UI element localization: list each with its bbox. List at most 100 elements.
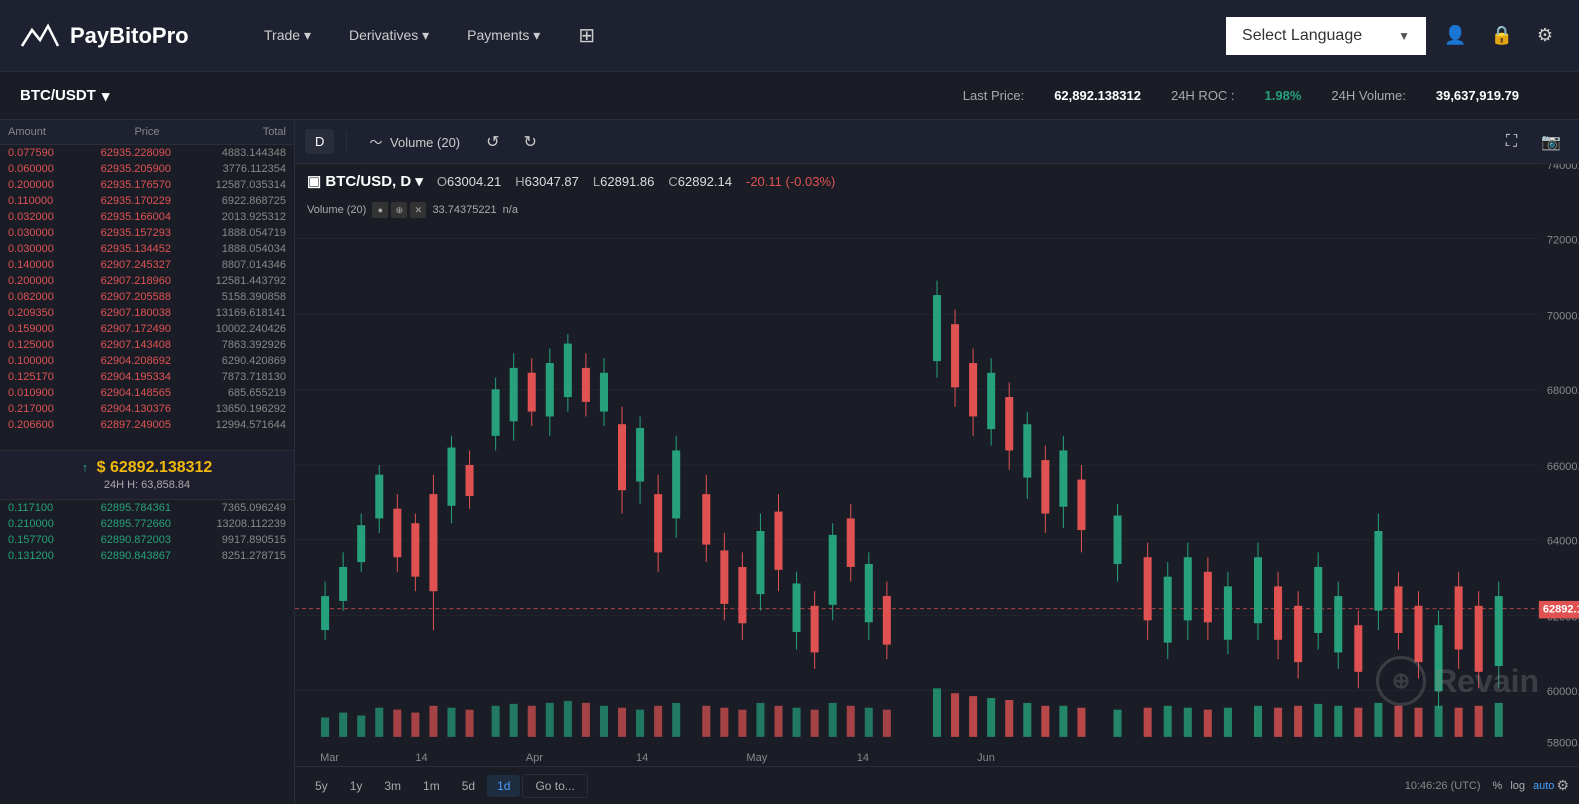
timeframe-5d[interactable]: 5d [452,775,485,797]
chart-toolbar: D 〜 Volume (20) ↺ ↻ ⛶ 📷 [295,120,1579,164]
order-book: Amount Price Total 0.07759062935.2280904… [0,120,295,804]
vol-eye-icon[interactable]: ● [372,202,388,218]
time-controls: 5y 1y 3m 1m 5d 1d Go to... 10:46:26 (UTC… [295,766,1579,804]
sell-order-row[interactable]: 0.12517062904.1953347873.718130 [0,369,294,385]
timeframe-d-button[interactable]: D [305,129,334,154]
pair-dropdown-icon: ▾ [102,87,110,105]
timeframe-1m[interactable]: 1m [413,775,450,797]
sell-price: 62907.218960 [101,275,194,287]
sell-order-row[interactable]: 0.03200062935.1660042013.925312 [0,209,294,225]
sell-order-row[interactable]: 0.21700062904.13037613650.196292 [0,401,294,417]
sell-order-row[interactable]: 0.15900062907.17249010002.240426 [0,321,294,337]
sell-total: 3776.112354 [193,163,286,175]
indicators-button[interactable]: 〜 Volume (20) [359,127,470,156]
ob-col-price: Price [101,126,194,138]
pair-text: BTC/USDT [20,87,96,104]
timeframe-1y[interactable]: 1y [340,775,373,797]
buy-order-row[interactable]: 0.15770062890.8720039917.890515 [0,532,294,548]
sell-price: 62935.157293 [101,227,194,239]
sell-total: 2013.925312 [193,211,286,223]
last-price-value: 62,892.138312 [1054,88,1141,103]
svg-text:66000.00: 66000.00 [1547,461,1579,473]
language-selector[interactable]: Select Language ▼ [1226,17,1426,55]
sell-amount: 0.060000 [8,163,101,175]
redo-button[interactable]: ↻ [516,127,545,157]
price-amount: $ 62892.138312 [97,459,213,476]
sell-price: 62904.130376 [101,403,194,415]
sell-order-row[interactable]: 0.01090062904.148565685.655219 [0,385,294,401]
sell-amount: 0.077590 [8,147,101,159]
svg-text:68000.00: 68000.00 [1547,385,1579,397]
sell-order-row[interactable]: 0.20935062907.18003813169.618141 [0,305,294,321]
sell-order-row[interactable]: 0.20000062935.17657012587.035314 [0,177,294,193]
undo-button[interactable]: ↺ [478,127,507,157]
watermark-text: Revain [1434,663,1539,700]
sell-price: 62907.180038 [101,307,194,319]
last-price-label: Last Price: [963,88,1024,103]
nav-trade[interactable]: Trade ▾ [250,19,325,52]
user-icon[interactable]: 👤 [1438,19,1472,52]
buy-price: 62895.784361 [101,502,194,514]
settings-icon[interactable]: ⚙ [1531,19,1559,52]
buy-order-row[interactable]: 0.11710062895.7843617365.096249 [0,500,294,516]
sell-total: 6290.420869 [193,355,286,367]
sell-order-row[interactable]: 0.07759062935.2280904883.144348 [0,145,294,161]
price-high-info: 24H H: 63,858.84 [8,477,286,491]
sell-amount: 0.159000 [8,323,101,335]
chart-symbol-text: BTC/USD, D [325,173,411,190]
sell-amount: 0.110000 [8,195,101,207]
chart-timestamp: 10:46:26 (UTC) [1405,780,1481,792]
timeframe-5y[interactable]: 5y [305,775,338,797]
svg-text:64000.00: 64000.00 [1547,536,1579,548]
chart-canvas: ▣ BTC/USD, D ▾ O63004.21 H63047.87 L6289… [295,164,1579,766]
buy-total: 9917.890515 [193,534,286,546]
sell-order-row[interactable]: 0.03000062935.1344521888.054034 [0,241,294,257]
sell-order-row[interactable]: 0.14000062907.2453278807.014346 [0,257,294,273]
svg-text:58000.00: 58000.00 [1547,738,1579,750]
watermark-icon: ⊕ [1376,656,1426,706]
timeframe-3m[interactable]: 3m [374,775,411,797]
logo-text: PayBitoPro [70,23,189,49]
roc-value: 1.98% [1265,88,1302,103]
sell-total: 7873.718130 [193,371,286,383]
nav-derivatives[interactable]: Derivatives ▾ [335,19,443,52]
pair-label[interactable]: BTC/USDT ▾ [20,87,109,105]
vol-close-icon[interactable]: ✕ [410,202,426,218]
sell-order-row[interactable]: 0.12500062907.1434087863.392926 [0,337,294,353]
chart-settings-button[interactable]: ⚙ [1556,777,1569,794]
sell-price: 62904.148565 [101,387,194,399]
chart-auto-label[interactable]: auto [1533,780,1554,792]
sell-order-row[interactable]: 0.06000062935.2059003776.112354 [0,161,294,177]
header: PayBitoPro Trade ▾ Derivatives ▾ Payment… [0,0,1579,72]
sell-total: 13650.196292 [193,403,286,415]
sell-order-row[interactable]: 0.20660062897.24900512994.571644 [0,417,294,433]
sell-amount: 0.100000 [8,355,101,367]
nav-payments[interactable]: Payments ▾ [453,19,554,52]
current-price-value: ↑ $ 62892.138312 [8,459,286,477]
sell-order-row[interactable]: 0.08200062907.2055885158.390858 [0,289,294,305]
sell-order-row[interactable]: 0.10000062904.2086926290.420869 [0,353,294,369]
fullscreen-button[interactable]: ⛶ [1498,128,1525,156]
high-label: 24H H: 63,858.84 [104,479,190,491]
buy-price: 62890.843867 [101,550,194,562]
buy-order-row[interactable]: 0.13120062890.8438678251.278715 [0,548,294,564]
sell-amount: 0.200000 [8,275,101,287]
vol-settings-icon[interactable]: ⊕ [391,202,407,218]
lock-icon[interactable]: 🔒 [1484,19,1518,52]
sell-total: 13169.618141 [193,307,286,319]
header-right: Select Language ▼ 👤 🔒 ⚙ [1226,17,1559,55]
buy-amount: 0.210000 [8,518,101,530]
logo: PayBitoPro [20,21,220,51]
sell-order-row[interactable]: 0.03000062935.1572931888.054719 [0,225,294,241]
grid-icon[interactable]: ⊞ [564,15,609,56]
sell-total: 1888.054034 [193,243,286,255]
goto-button[interactable]: Go to... [522,774,587,798]
sell-order-row[interactable]: 0.20000062907.21896012581.443792 [0,273,294,289]
sell-total: 6922.868725 [193,195,286,207]
screenshot-button[interactable]: 📷 [1533,127,1569,157]
timeframe-1d[interactable]: 1d [487,775,520,797]
buy-order-row[interactable]: 0.21000062895.77266013208.112239 [0,516,294,532]
ticker-bar: BTC/USDT ▾ Last Price: 62,892.138312 24H… [0,72,1579,120]
sell-orders: 0.07759062935.2280904883.1443480.0600006… [0,145,294,450]
sell-order-row[interactable]: 0.11000062935.1702296922.868725 [0,193,294,209]
